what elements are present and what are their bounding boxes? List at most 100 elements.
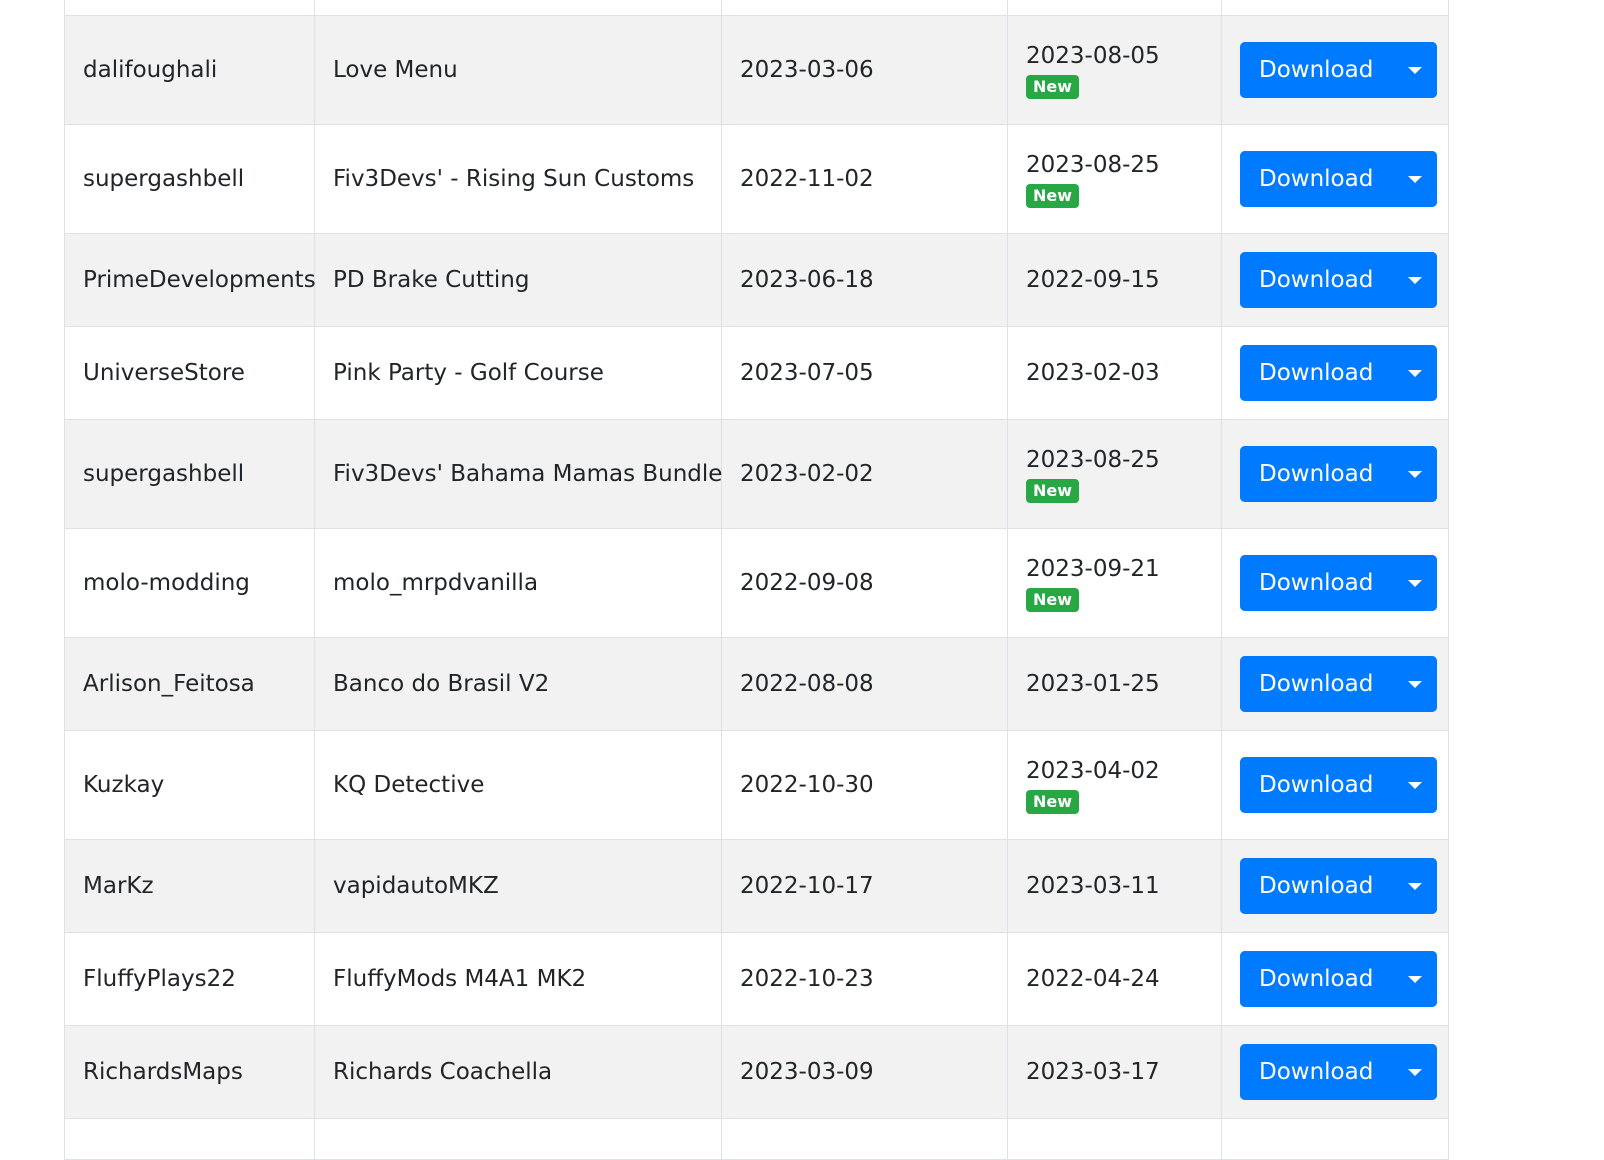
updated-date-cell: 2023-08-25 New xyxy=(1007,124,1222,234)
download-button[interactable]: Download xyxy=(1240,656,1394,712)
download-button-group: Download xyxy=(1240,555,1438,611)
download-button[interactable]: Download xyxy=(1240,345,1394,401)
created-date-cell: 2022-10-30 xyxy=(721,730,1008,840)
download-options-toggle[interactable] xyxy=(1393,858,1438,914)
releases-table: dalifoughali Love Menu 2023-03-06 2023-08-0… xyxy=(64,0,1449,1160)
download-options-toggle[interactable] xyxy=(1393,656,1438,712)
actions-cell: Download xyxy=(1221,528,1449,638)
updated-date-cell: 2023-08-25 New xyxy=(1007,419,1222,529)
download-options-toggle[interactable] xyxy=(1393,345,1438,401)
actions-cell: Download xyxy=(1221,233,1449,327)
updated-date: 2023-09-21 xyxy=(1026,556,1160,582)
resource-name-cell: Love Menu xyxy=(314,15,722,125)
updated-date: 2022-09-15 xyxy=(1026,267,1160,293)
download-button[interactable]: Download xyxy=(1240,858,1394,914)
download-button-group: Download xyxy=(1240,345,1438,401)
created-date-cell: 2022-08-08 xyxy=(721,637,1008,731)
updated-date: 2023-01-25 xyxy=(1026,671,1160,697)
download-options-toggle[interactable] xyxy=(1393,555,1438,611)
caret-down-icon xyxy=(1408,175,1423,183)
updated-date-cell: 2023-09-21 New xyxy=(1007,528,1222,638)
table-row: PrimeDevelopments PD Brake Cutting 2023-06… xyxy=(64,233,1449,327)
actions-cell: Download xyxy=(1221,15,1449,125)
resource-name-cell: KQ Detective xyxy=(314,730,722,840)
updated-date-cell: 2022-04-24 xyxy=(1007,932,1222,1026)
download-button[interactable]: Download xyxy=(1240,151,1394,207)
caret-down-icon xyxy=(1408,882,1423,890)
download-options-toggle[interactable] xyxy=(1393,951,1438,1007)
created-date-cell: 2022-10-17 xyxy=(721,839,1008,933)
updated-date-cell: 2023-04-02 New xyxy=(1007,730,1222,840)
caret-down-icon xyxy=(1408,66,1423,74)
table-row: RichardsMaps Richards Coachella 2023-03-09… xyxy=(64,1025,1449,1119)
resource-name-cell: PD Brake Cutting xyxy=(314,233,722,327)
download-button-group: Download xyxy=(1240,1044,1438,1100)
caret-down-icon xyxy=(1408,369,1423,377)
caret-down-icon xyxy=(1408,781,1423,789)
author-cell: supergashbell xyxy=(64,124,315,234)
caret-down-icon xyxy=(1408,975,1423,983)
download-button[interactable]: Download xyxy=(1240,951,1394,1007)
download-button-group: Download xyxy=(1240,446,1438,502)
updated-date-cell: 2023-02-03 xyxy=(1007,326,1222,420)
download-button-group: Download xyxy=(1240,252,1438,308)
author-cell: dalifoughali xyxy=(64,15,315,125)
releases-table-container: dalifoughali Love Menu 2023-03-06 2023-08-0… xyxy=(64,0,1449,1160)
updated-date: 2023-08-25 xyxy=(1026,152,1160,178)
download-options-toggle[interactable] xyxy=(1393,446,1438,502)
created-date-cell: 2022-09-08 xyxy=(721,528,1008,638)
new-badge: New xyxy=(1026,184,1080,208)
download-options-toggle[interactable] xyxy=(1393,757,1438,813)
actions-cell: Download xyxy=(1221,124,1449,234)
download-button[interactable]: Download xyxy=(1240,1044,1394,1100)
updated-date-cell: 2023-01-25 xyxy=(1007,637,1222,731)
table-row-partial-top xyxy=(64,0,1449,16)
table-row: supergashbell Fiv3Devs' - Rising Sun Cust… xyxy=(64,124,1449,234)
download-options-toggle[interactable] xyxy=(1393,1044,1438,1100)
author-cell: PrimeDevelopments xyxy=(64,233,316,327)
updated-date: 2023-08-05 xyxy=(1026,43,1160,69)
resource-name-cell: molo_mrpdvanilla xyxy=(314,528,722,638)
table-row: molo-modding molo_mrpdvanilla 2022-09-08 20… xyxy=(64,528,1449,638)
author-cell: RichardsMaps xyxy=(64,1025,315,1119)
releases-table-body: dalifoughali Love Menu 2023-03-06 2023-08-0… xyxy=(64,0,1449,1160)
table-row: UniverseStore Pink Party - Golf Course 202… xyxy=(64,326,1449,420)
download-options-toggle[interactable] xyxy=(1393,42,1438,98)
download-button[interactable]: Download xyxy=(1240,446,1394,502)
table-row: supergashbell Fiv3Devs' Bahama Mamas Bund… xyxy=(64,419,1449,529)
resource-name-cell: FluffyMods M4A1 MK2 xyxy=(314,932,722,1026)
table-row: MarKz vapidautoMKZ 2022-10-17 2023-03-11 Dow… xyxy=(64,839,1449,933)
download-options-toggle[interactable] xyxy=(1393,252,1438,308)
download-button-group: Download xyxy=(1240,951,1438,1007)
new-badge: New xyxy=(1026,479,1080,503)
updated-date-cell: 2023-03-11 xyxy=(1007,839,1222,933)
caret-down-icon xyxy=(1408,579,1423,587)
actions-cell: Download xyxy=(1221,932,1449,1026)
actions-cell: Download xyxy=(1221,1025,1449,1119)
created-date-cell: 2023-02-02 xyxy=(721,419,1008,529)
download-button[interactable]: Download xyxy=(1240,42,1394,98)
caret-down-icon xyxy=(1408,1068,1423,1076)
created-date-cell: 2022-11-02 xyxy=(721,124,1008,234)
created-date-cell: 2023-07-05 xyxy=(721,326,1008,420)
resource-name-cell: Fiv3Devs' - Rising Sun Customs xyxy=(314,124,722,234)
table-row: Kuzkay KQ Detective 2022-10-30 2023-04-02 Ne… xyxy=(64,730,1449,840)
resource-name-cell: Banco do Brasil V2 xyxy=(314,637,722,731)
download-button-group: Download xyxy=(1240,858,1438,914)
updated-date-cell: 2022-09-15 xyxy=(1007,233,1222,327)
download-button-group: Download xyxy=(1240,757,1438,813)
caret-down-icon xyxy=(1408,470,1423,478)
updated-date: 2023-03-17 xyxy=(1026,1059,1160,1085)
actions-cell: Download xyxy=(1221,419,1449,529)
updated-date: 2023-08-25 xyxy=(1026,447,1160,473)
resource-name-cell: Fiv3Devs' Bahama Mamas Bundle xyxy=(314,419,722,529)
updated-date-cell: 2023-08-05 New xyxy=(1007,15,1222,125)
download-options-toggle[interactable] xyxy=(1393,151,1438,207)
author-cell: FluffyPlays22 xyxy=(64,932,315,1026)
download-button[interactable]: Download xyxy=(1240,757,1394,813)
download-button[interactable]: Download xyxy=(1240,555,1394,611)
download-button-group: Download xyxy=(1240,42,1438,98)
created-date-cell: 2022-10-23 xyxy=(721,932,1008,1026)
download-button-group: Download xyxy=(1240,656,1438,712)
download-button[interactable]: Download xyxy=(1240,252,1394,308)
